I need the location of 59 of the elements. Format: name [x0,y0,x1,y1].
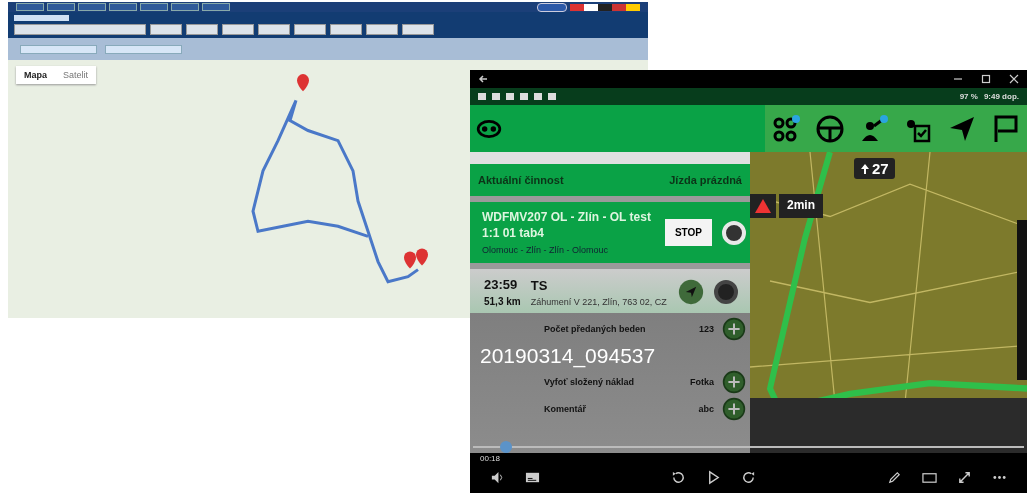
elapsed-time: 00:18 [480,454,501,463]
person-icon[interactable] [859,113,889,144]
clock: 9:49 dop. [983,92,1019,101]
menu-tab[interactable] [171,3,199,11]
map-type-tab[interactable]: Mapa [16,66,55,84]
menu-tab[interactable] [202,3,230,11]
add-icon[interactable] [722,317,746,342]
menu-tab[interactable] [47,3,75,11]
logout-button[interactable] [537,2,567,12]
video-title: 20190314_094537 [480,344,657,368]
play-icon[interactable] [706,469,721,485]
add-icon[interactable] [722,370,746,395]
back-arrow-icon[interactable] [478,74,488,84]
task-value: abc [698,404,714,415]
date-field[interactable] [20,44,97,54]
navigate-icon[interactable] [678,279,704,306]
map-type-tab[interactable]: Satelit [55,66,97,84]
grid-icon[interactable] [771,113,801,144]
activity-value: Jízda prázdná [669,174,742,186]
more-options-icon[interactable] [714,280,738,305]
eta-label: 2min [779,194,823,218]
battery-level: 97 % [959,92,978,101]
speed-indicator: 27 [854,158,895,179]
forward-icon[interactable] [741,469,756,485]
location-pin-icon [404,251,416,269]
stop-time: 23:59 [484,277,519,293]
navigation-map[interactable]: 27 2min [750,152,1027,453]
steering-wheel-icon[interactable] [815,113,845,144]
stop-address: Záhumení V 221, Zlín, 763 02, CZ [530,296,668,307]
stop-card[interactable]: 23:59 51,3 km TS Záhumení V 221, Zlín, 763 02, CZ [470,269,750,314]
task-value: 123 [698,324,714,335]
location-pin-icon [416,248,428,266]
fullscreen-icon[interactable] [957,469,972,485]
trip-route: Olomouc - Zlín - Zlín - Olomouc [482,245,610,256]
location-pin-icon [297,74,309,92]
task-label: Počet předaných beden [544,324,647,335]
logo-icon[interactable] [476,117,502,140]
edit-icon[interactable] [887,469,902,485]
activity-label: Aktuální činnost [478,174,564,186]
close-icon[interactable] [1009,74,1019,84]
maximize-icon[interactable] [981,74,991,84]
rewind-icon[interactable] [671,469,686,485]
language-flags-icon[interactable] [570,3,640,11]
warning-icon [750,194,776,218]
menu-tab[interactable] [140,3,168,11]
menu-tab[interactable] [78,3,106,11]
filter-field[interactable] [14,24,146,35]
menu-tab[interactable] [16,3,44,11]
trip-card[interactable]: WDFMV207 OL - Zlín - OL test 1:1 01 tab4 Olomouc - Zlín - Zlín - Olomouc STOP [470,202,750,264]
add-icon[interactable] [722,397,746,422]
task-value: Fotka [690,377,714,388]
date-field[interactable] [105,44,182,54]
task-label: Vyfoť složený náklad [544,377,635,388]
menu-tab[interactable] [109,3,137,11]
task-label: Komentář [544,404,587,415]
stop-distance: 51,3 km [484,296,521,308]
trip-title: WDFMV207 OL - Zlín - OL test 1:1 01 tab4 [482,210,652,242]
stop-name: TS [530,277,549,293]
stop-button[interactable]: STOP [664,219,712,247]
